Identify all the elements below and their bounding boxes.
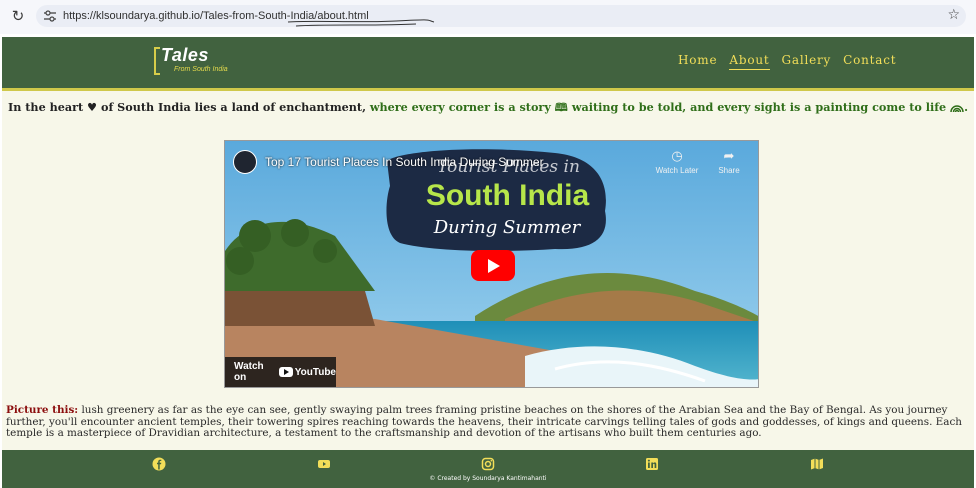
main-nav: Home About Gallery Contact — [678, 53, 896, 70]
footer-credit: © Created by Soundarya Kantimahanti — [429, 475, 547, 482]
watch-on-label: Watch on — [234, 361, 264, 383]
nav-about[interactable]: About — [729, 53, 770, 70]
banner-line1: Tourist Places in — [437, 157, 580, 177]
reload-icon[interactable]: ↻ — [10, 8, 26, 24]
instagram-icon[interactable] — [481, 457, 495, 471]
youtube-play-icon — [278, 367, 293, 377]
browser-toolbar: ↻ https://klsoundarya.github.io/Tales-fr… — [0, 0, 976, 34]
watch-later-button[interactable]: ◷ Watch Later — [647, 149, 707, 175]
tagline-part4: waiting to be told, and every sight is a… — [571, 100, 947, 114]
clock-icon: ◷ — [671, 149, 683, 164]
play-button[interactable] — [471, 250, 515, 281]
book-icon: 🕮 — [554, 101, 568, 114]
page: Tales From South India Home About Galler… — [2, 37, 974, 488]
paragraph-lead: Picture this: — [6, 404, 79, 416]
tagline-part3: where every corner is a story — [369, 100, 551, 114]
tagline-part2: of South India lies a land of enchantmen… — [100, 100, 366, 114]
site-footer: © Created by Soundarya Kantimahanti — [2, 450, 974, 488]
bookmark-star-icon[interactable]: ☆ — [947, 7, 960, 23]
share-arrow-icon: ➦ — [723, 149, 735, 164]
nav-home[interactable]: Home — [678, 53, 717, 70]
nav-gallery[interactable]: Gallery — [782, 53, 832, 70]
tagline-highlight: where every corner is a story 🕮 waiting … — [370, 100, 968, 114]
tagline-part5: . — [964, 100, 968, 114]
logo-bracket — [154, 47, 160, 75]
site-header: Tales From South India Home About Galler… — [2, 37, 974, 91]
underline-scribble — [287, 19, 435, 27]
paragraph-body: lush greenery as far as the eye can see,… — [6, 404, 962, 440]
channel-avatar[interactable] — [233, 150, 257, 174]
logo-title: Tales — [161, 45, 209, 65]
nav-contact[interactable]: Contact — [843, 53, 896, 70]
linkedin-icon[interactable] — [645, 457, 659, 471]
watch-on-youtube-button[interactable]: Watch on YouTube — [225, 357, 336, 387]
site-logo[interactable]: Tales From South India — [154, 45, 244, 77]
youtube-wordmark: YouTube — [294, 366, 336, 378]
rainbow-icon — [950, 105, 964, 113]
address-bar[interactable]: https://klsoundarya.github.io/Tales-from… — [36, 5, 966, 27]
map-icon[interactable] — [810, 457, 824, 471]
tagline: In the heart ♥ of South India lies a lan… — [2, 100, 974, 119]
youtube-embed[interactable]: Top 17 Tourist Places In South India Dur… — [224, 140, 759, 388]
banner-line3: During Summer — [433, 217, 581, 238]
site-settings-icon[interactable] — [43, 9, 57, 23]
banner-line2: South India — [425, 179, 590, 212]
youtube-logo: YouTube — [278, 366, 336, 378]
watch-later-label: Watch Later — [655, 166, 699, 175]
logo-subtitle: From South India — [174, 66, 228, 73]
facebook-icon[interactable] — [152, 457, 166, 471]
share-label: Share — [718, 166, 740, 175]
intro-paragraph: Picture this: lush greenery as far as th… — [6, 404, 968, 440]
tagline-part1: In the heart — [8, 100, 84, 114]
youtube-icon[interactable] — [317, 457, 331, 471]
share-button[interactable]: ➦ Share — [699, 149, 758, 175]
heart-icon: ♥ — [87, 101, 98, 114]
